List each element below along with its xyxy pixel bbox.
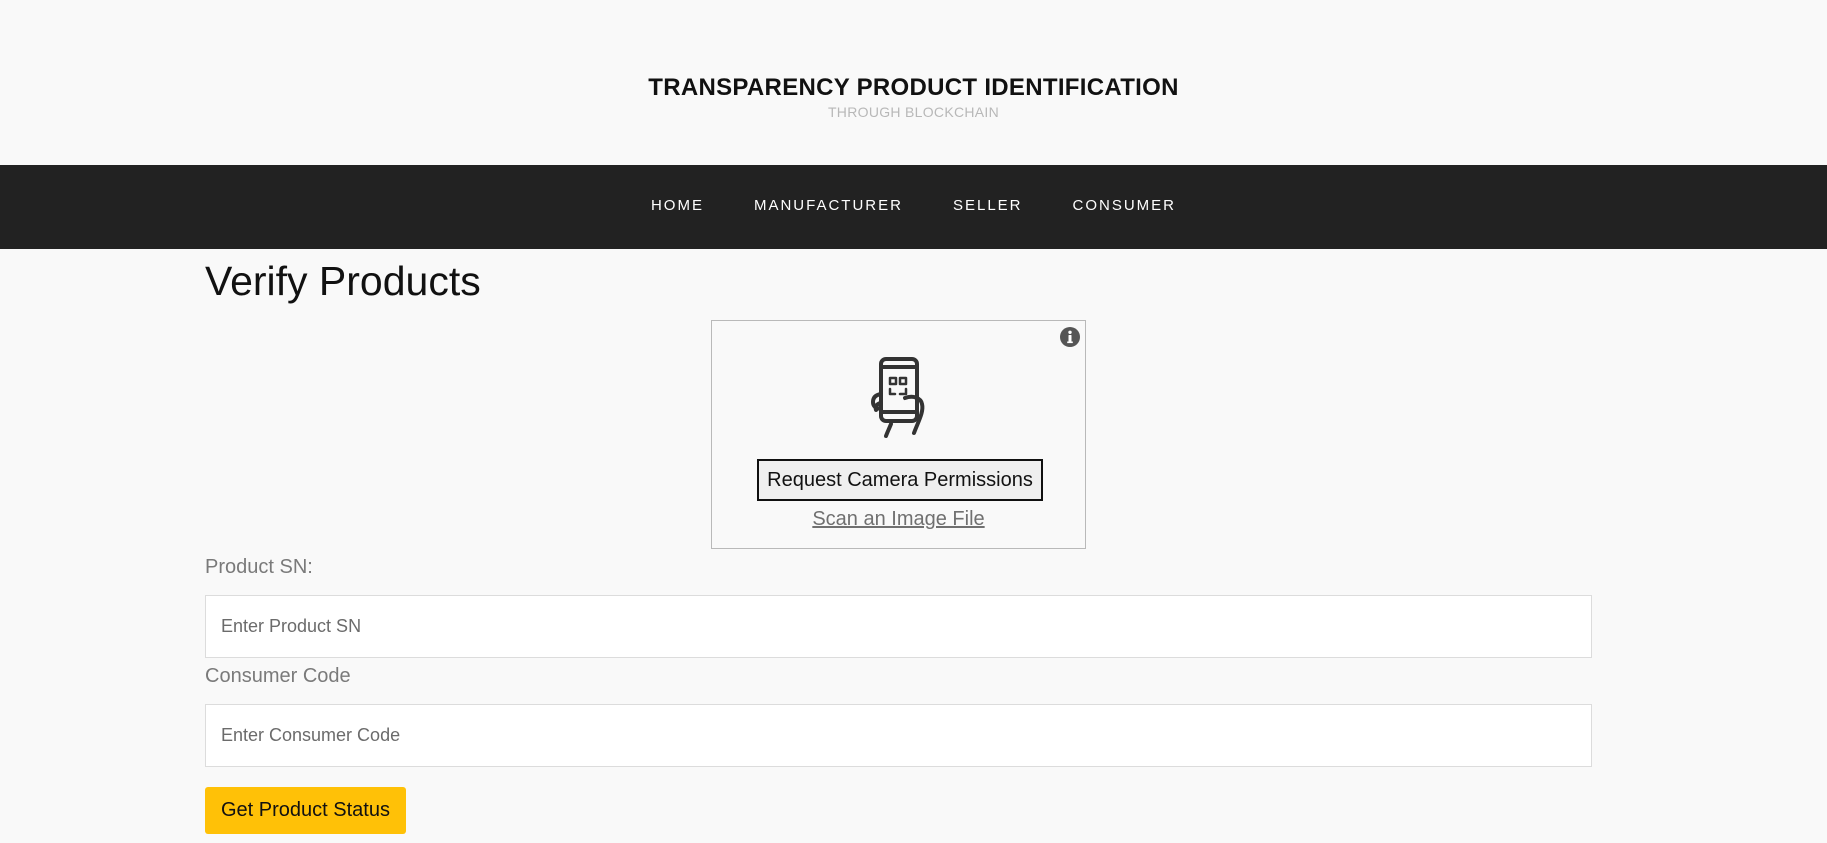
get-product-status-button[interactable]: Get Product Status [205, 787, 406, 834]
site-title: TRANSPARENCY PRODUCT IDENTIFICATION [648, 74, 1179, 101]
phone-qr-scan-icon [869, 356, 933, 438]
page-title: Verify Products [205, 258, 481, 304]
qr-scanner-panel: Request Camera Permissions Scan an Image… [711, 320, 1086, 549]
info-icon[interactable] [1059, 326, 1081, 348]
nav-list: HOME MANUFACTURER SELLER CONSUMER [0, 197, 1827, 214]
nav-item-manufacturer[interactable]: MANUFACTURER [729, 197, 928, 214]
consumer-code-label: Consumer Code [205, 665, 351, 687]
consumer-code-input[interactable] [205, 704, 1592, 767]
main-navbar: HOME MANUFACTURER SELLER CONSUMER [0, 165, 1827, 249]
site-header: TRANSPARENCY PRODUCT IDENTIFICATION THRO… [0, 0, 1827, 165]
nav-item-consumer[interactable]: CONSUMER [1048, 197, 1202, 214]
scan-image-file-link[interactable]: Scan an Image File [712, 508, 1085, 531]
site-subtitle: THROUGH BLOCKCHAIN [827, 104, 1000, 120]
nav-item-seller[interactable]: SELLER [928, 197, 1048, 214]
product-sn-input[interactable] [205, 595, 1592, 658]
product-sn-label: Product SN: [205, 556, 313, 578]
nav-item-home[interactable]: HOME [626, 197, 729, 214]
request-camera-permissions-button[interactable]: Request Camera Permissions [757, 459, 1043, 501]
